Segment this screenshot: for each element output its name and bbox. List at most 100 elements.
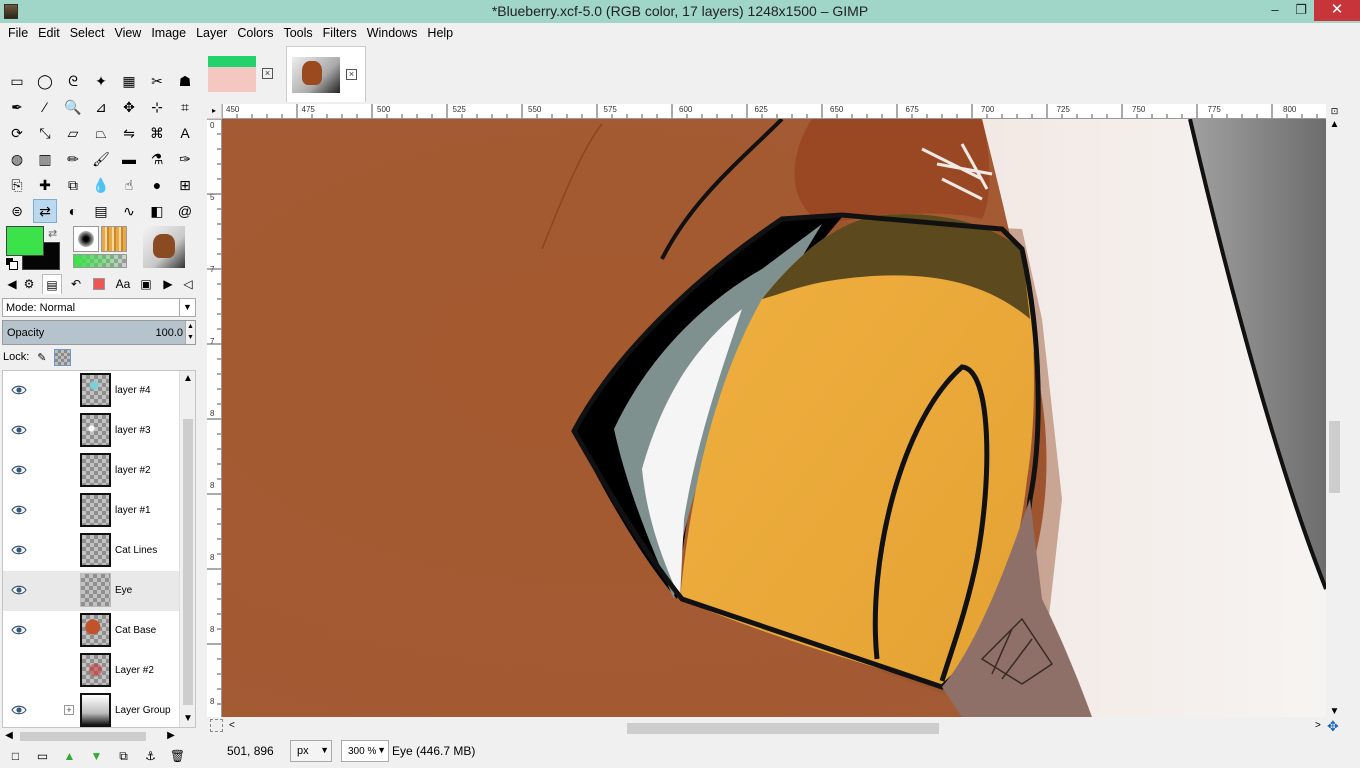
smudge-tool-icon[interactable]: ☝ bbox=[117, 173, 141, 197]
layers-hscrollbar[interactable]: ◀ ▶ bbox=[2, 728, 178, 744]
visibility-eye-icon[interactable] bbox=[11, 424, 27, 436]
free-select-tool-icon[interactable]: ᘓ bbox=[61, 69, 85, 93]
lower-layer-icon[interactable]: ▼ bbox=[83, 746, 110, 766]
scroll-left-icon[interactable]: < bbox=[229, 720, 235, 731]
scroll-thumb[interactable] bbox=[183, 419, 193, 705]
menu-colors[interactable]: Colors bbox=[232, 23, 278, 44]
visibility-eye-icon[interactable] bbox=[11, 664, 27, 676]
opacity-spinner[interactable]: ▲ ▼ bbox=[185, 321, 195, 344]
paintbrush-tool-icon[interactable]: 🖌 bbox=[89, 147, 113, 171]
tool-options-tab-icon[interactable]: ⚙ bbox=[19, 274, 39, 294]
canvas-hscrollbar[interactable]: < > ✥ bbox=[207, 717, 1343, 738]
menu-tools[interactable]: Tools bbox=[278, 23, 317, 44]
menu-select[interactable]: Select bbox=[65, 23, 110, 44]
new-layer-group-icon[interactable]: ▭ bbox=[29, 746, 56, 766]
image-tab-1[interactable]: × bbox=[203, 46, 283, 102]
layer-row[interactable]: layer #2 bbox=[3, 451, 179, 491]
color-picker-tool-icon[interactable]: ⁄ bbox=[33, 95, 57, 119]
active-image-preview[interactable] bbox=[143, 226, 185, 268]
measure-tool-icon[interactable]: ⊿ bbox=[89, 95, 113, 119]
zoom-select[interactable]: 300 % ▼ bbox=[341, 740, 389, 762]
foreground-select-tool-icon[interactable]: ☗ bbox=[173, 69, 197, 93]
maximize-button[interactable]: ❐ bbox=[1288, 0, 1314, 21]
bucket-fill-tool-icon[interactable]: ◍ bbox=[5, 147, 29, 171]
menu-windows[interactable]: Windows bbox=[362, 23, 423, 44]
perspective-clone-tool-icon[interactable]: ⧉ bbox=[61, 173, 85, 197]
blur-sharpen-tool-icon[interactable]: 💧 bbox=[89, 173, 113, 197]
layer-row[interactable]: layer #3 bbox=[3, 411, 179, 451]
fonts-tab-icon[interactable]: Aa bbox=[113, 274, 133, 294]
quick-mask-toggle-icon[interactable] bbox=[210, 719, 223, 732]
navigate-image-icon[interactable]: ✥ bbox=[1327, 718, 1339, 735]
scissors-select-tool-icon[interactable]: ✂ bbox=[145, 69, 169, 93]
paths-tool-icon[interactable]: ✒ bbox=[5, 95, 29, 119]
scroll-thumb[interactable] bbox=[20, 732, 146, 741]
menu-file[interactable]: File bbox=[3, 23, 33, 44]
minimize-button[interactable]: – bbox=[1262, 0, 1288, 21]
heal-tool-icon[interactable]: ✚ bbox=[33, 173, 57, 197]
visibility-eye-icon[interactable] bbox=[11, 504, 27, 516]
rect-select-tool-icon[interactable]: ▭ bbox=[5, 69, 29, 93]
images-tab-icon[interactable]: ▣ bbox=[136, 274, 156, 294]
perspective-tool-icon[interactable]: ⏢ bbox=[89, 121, 113, 145]
lock-alpha-icon[interactable] bbox=[54, 348, 72, 366]
threshold-tool-icon[interactable]: ◧ bbox=[145, 199, 169, 223]
scroll-left-icon[interactable]: ◀ bbox=[2, 728, 16, 744]
opacity-slider[interactable]: Opacity 100.0 ▲ ▼ bbox=[2, 320, 196, 345]
delete-layer-icon[interactable]: 🗑 bbox=[164, 746, 191, 766]
visibility-eye-icon[interactable] bbox=[11, 384, 27, 396]
new-layer-icon[interactable]: □ bbox=[2, 746, 29, 766]
spiral-tool-icon[interactable]: @ bbox=[173, 199, 197, 223]
pattern-preview[interactable] bbox=[101, 226, 127, 252]
menu-image[interactable]: Image bbox=[146, 23, 191, 44]
layer-row[interactable]: layer #1 bbox=[3, 491, 179, 531]
zoom-tool-icon[interactable]: 🔍 bbox=[61, 95, 85, 119]
text-tool-icon[interactable]: A bbox=[173, 121, 197, 145]
duplicate-layer-icon[interactable]: ⧉ bbox=[110, 746, 137, 766]
dock-menu-icon[interactable]: ◁ bbox=[178, 274, 198, 294]
zoom-image-icon[interactable]: ⊡ bbox=[1326, 104, 1343, 119]
eraser-tool-icon[interactable]: ▬ bbox=[117, 147, 141, 171]
canvas-vscrollbar[interactable]: ▲ ▼ bbox=[1326, 119, 1343, 717]
menu-layer[interactable]: Layer bbox=[191, 23, 232, 44]
image-tab-blueberry[interactable]: × bbox=[286, 46, 366, 102]
warp-transform-tool-icon[interactable]: ⇄ bbox=[33, 199, 57, 223]
lock-pixels-icon[interactable]: ✎ bbox=[33, 349, 50, 366]
scroll-down-icon[interactable]: ▼ bbox=[180, 711, 195, 727]
undo-history-tab-icon[interactable]: ↶ bbox=[66, 274, 86, 294]
close-tab-icon[interactable]: × bbox=[346, 69, 357, 80]
reset-colors-icon[interactable] bbox=[5, 257, 18, 270]
mypaint-brush-tool-icon[interactable]: ⊜ bbox=[5, 199, 29, 223]
scroll-down-icon[interactable]: ▼ bbox=[1326, 706, 1343, 717]
ink-tool-icon[interactable]: ✑ bbox=[173, 147, 197, 171]
scroll-right-icon[interactable]: ▶ bbox=[164, 728, 178, 744]
layer-row[interactable]: Layer #2 bbox=[3, 651, 179, 691]
anchor-layer-icon[interactable]: ⚓ bbox=[137, 746, 164, 766]
fuzzy-select-tool-icon[interactable]: ✦ bbox=[89, 69, 113, 93]
curves-tool-icon[interactable]: ∿ bbox=[117, 199, 141, 223]
levels-tool-icon[interactable]: ▤ bbox=[89, 199, 113, 223]
flip-tool-icon[interactable]: ⇋ bbox=[117, 121, 141, 145]
ellipse-select-tool-icon[interactable]: ◯ bbox=[33, 69, 57, 93]
layers-tab-icon[interactable]: ▤ bbox=[42, 274, 62, 294]
gradient-preview[interactable] bbox=[73, 254, 127, 268]
color-balance-tool-icon[interactable]: ◐ bbox=[61, 199, 85, 223]
scroll-up-icon[interactable]: ▲ bbox=[180, 371, 195, 387]
ruler-corner-menu-icon[interactable]: ▸ bbox=[207, 104, 222, 119]
crop-tool-icon[interactable]: ⌗ bbox=[173, 95, 197, 119]
visibility-eye-icon[interactable] bbox=[11, 704, 27, 716]
image-canvas[interactable] bbox=[222, 119, 1326, 717]
layer-row[interactable]: + Layer Group bbox=[3, 691, 179, 727]
foreground-color[interactable] bbox=[6, 226, 44, 256]
shear-tool-icon[interactable]: ▱ bbox=[61, 121, 85, 145]
move-tool-icon[interactable]: ✥ bbox=[117, 95, 141, 119]
brushes-tab-icon[interactable] bbox=[89, 274, 109, 294]
expand-group-icon[interactable]: + bbox=[64, 705, 74, 715]
close-tab-icon[interactable]: × bbox=[262, 68, 273, 79]
dodge-burn-tool-icon[interactable]: ● bbox=[145, 173, 169, 197]
menu-help[interactable]: Help bbox=[422, 23, 458, 44]
layer-row[interactable]: Eye bbox=[3, 571, 179, 611]
menu-filters[interactable]: Filters bbox=[318, 23, 362, 44]
brush-preview[interactable] bbox=[73, 226, 99, 252]
menu-view[interactable]: View bbox=[109, 23, 146, 44]
